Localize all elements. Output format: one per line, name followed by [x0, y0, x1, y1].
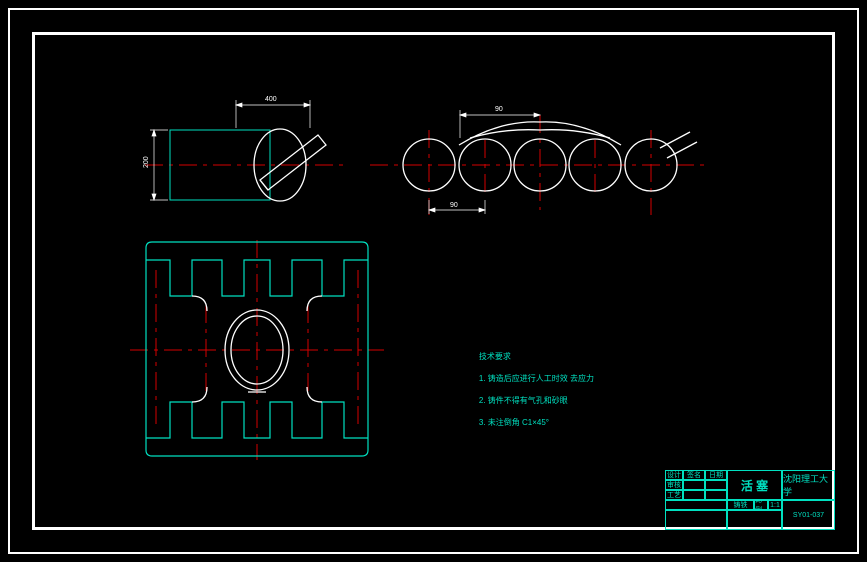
dim-top-right-bottom: 90: [450, 202, 458, 209]
dim-top-right-top: 90: [495, 106, 503, 113]
title-organization: 沈阳理工大学: [782, 470, 835, 500]
cad-canvas: 400 200 90 90: [0, 0, 867, 562]
note-title: 技术要求: [479, 352, 511, 361]
tb-material: 铸铁: [727, 500, 754, 510]
note-line-1: 1. 铸造后应进行人工时效 去应力: [479, 374, 594, 383]
dim-top-left-1: 400: [265, 96, 277, 103]
title-block: 设计 签名 日期 审核 工艺 活 塞 铸铁 比例 1:1 沈阳理工大学 SY01…: [665, 470, 835, 530]
tb-date-label: 日期: [705, 470, 727, 480]
tb-process-label: 工艺: [665, 490, 683, 500]
tb-scale-value: 1:1: [768, 500, 782, 510]
note-line-3: 3. 未注倒角 C1×45°: [479, 418, 549, 427]
tech-notes: 技术要求 1. 铸造后应进行人工时效 去应力 2. 铸件不得有气孔和砂眼 3. …: [470, 340, 594, 439]
title-drawing-number: SY01-037: [782, 500, 835, 530]
tb-scale-label: 比例: [754, 500, 768, 510]
note-line-2: 2. 铸件不得有气孔和砂眼: [479, 396, 568, 405]
title-part-name: 活 塞: [727, 470, 782, 500]
dim-top-left-vert: 200: [143, 156, 150, 168]
tb-sign-label: 签名: [683, 470, 705, 480]
tb-design-label: 设计: [665, 470, 683, 480]
tb-review-label: 审核: [665, 480, 683, 490]
